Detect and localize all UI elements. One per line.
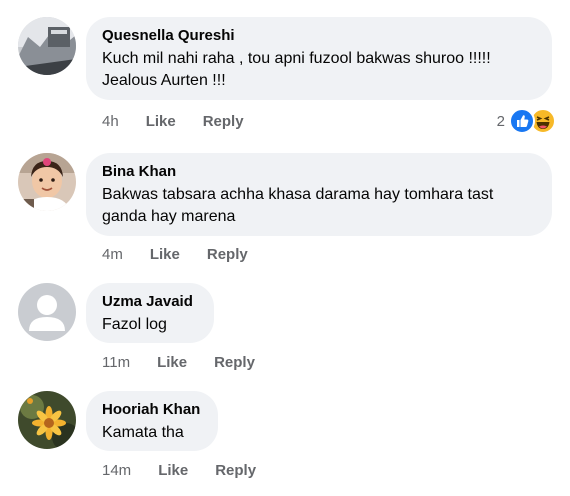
avatar[interactable] <box>18 17 76 75</box>
like-button[interactable]: Like <box>157 353 187 373</box>
reaction-summary[interactable]: 2 <box>497 108 556 134</box>
comment-author[interactable]: Uzma Javaid <box>102 293 198 311</box>
comment-timestamp[interactable]: 11m <box>102 353 130 373</box>
comment-actions: 11m Like Reply <box>102 353 255 373</box>
comment-text: Kamata tha <box>102 424 184 441</box>
comment-bubble: Bina Khan Bakwas tabsara achha khasa dar… <box>86 153 552 236</box>
comment-actions: 4h Like Reply <box>102 112 244 132</box>
like-button[interactable]: Like <box>146 112 176 132</box>
comment-author[interactable]: Quesnella Qureshi <box>102 27 536 45</box>
reply-button[interactable]: Reply <box>203 112 244 132</box>
reply-button[interactable]: Reply <box>214 353 255 373</box>
comment-timestamp[interactable]: 4m <box>102 245 123 265</box>
comment-text: Fazol log <box>102 316 167 333</box>
comment-actions: 14m Like Reply <box>102 461 256 481</box>
comment-actions: 4m Like Reply <box>102 245 248 265</box>
reaction-count: 2 <box>496 112 505 130</box>
comment-bubble: Uzma Javaid Fazol log <box>86 283 214 343</box>
reply-button[interactable]: Reply <box>215 461 256 481</box>
like-button[interactable]: Like <box>158 461 188 481</box>
avatar[interactable] <box>18 391 76 449</box>
like-icon <box>509 108 535 134</box>
comment-bubble: Hooriah Khan Kamata tha <box>86 391 218 451</box>
like-button[interactable]: Like <box>150 245 180 265</box>
reply-button[interactable]: Reply <box>207 245 248 265</box>
comment-author[interactable]: Bina Khan <box>102 163 536 181</box>
comment-timestamp[interactable]: 14m <box>102 461 131 481</box>
avatar[interactable] <box>18 283 76 341</box>
comment-timestamp[interactable]: 4h <box>102 112 119 132</box>
comment-text: Bakwas tabsara achha khasa darama hay to… <box>102 186 494 225</box>
comment-author[interactable]: Hooriah Khan <box>102 401 202 419</box>
avatar[interactable] <box>18 153 76 211</box>
comment-text: Kuch mil nahi raha , tou apni fuzool bak… <box>102 50 491 89</box>
comment-bubble: Quesnella Qureshi Kuch mil nahi raha , t… <box>86 17 552 100</box>
